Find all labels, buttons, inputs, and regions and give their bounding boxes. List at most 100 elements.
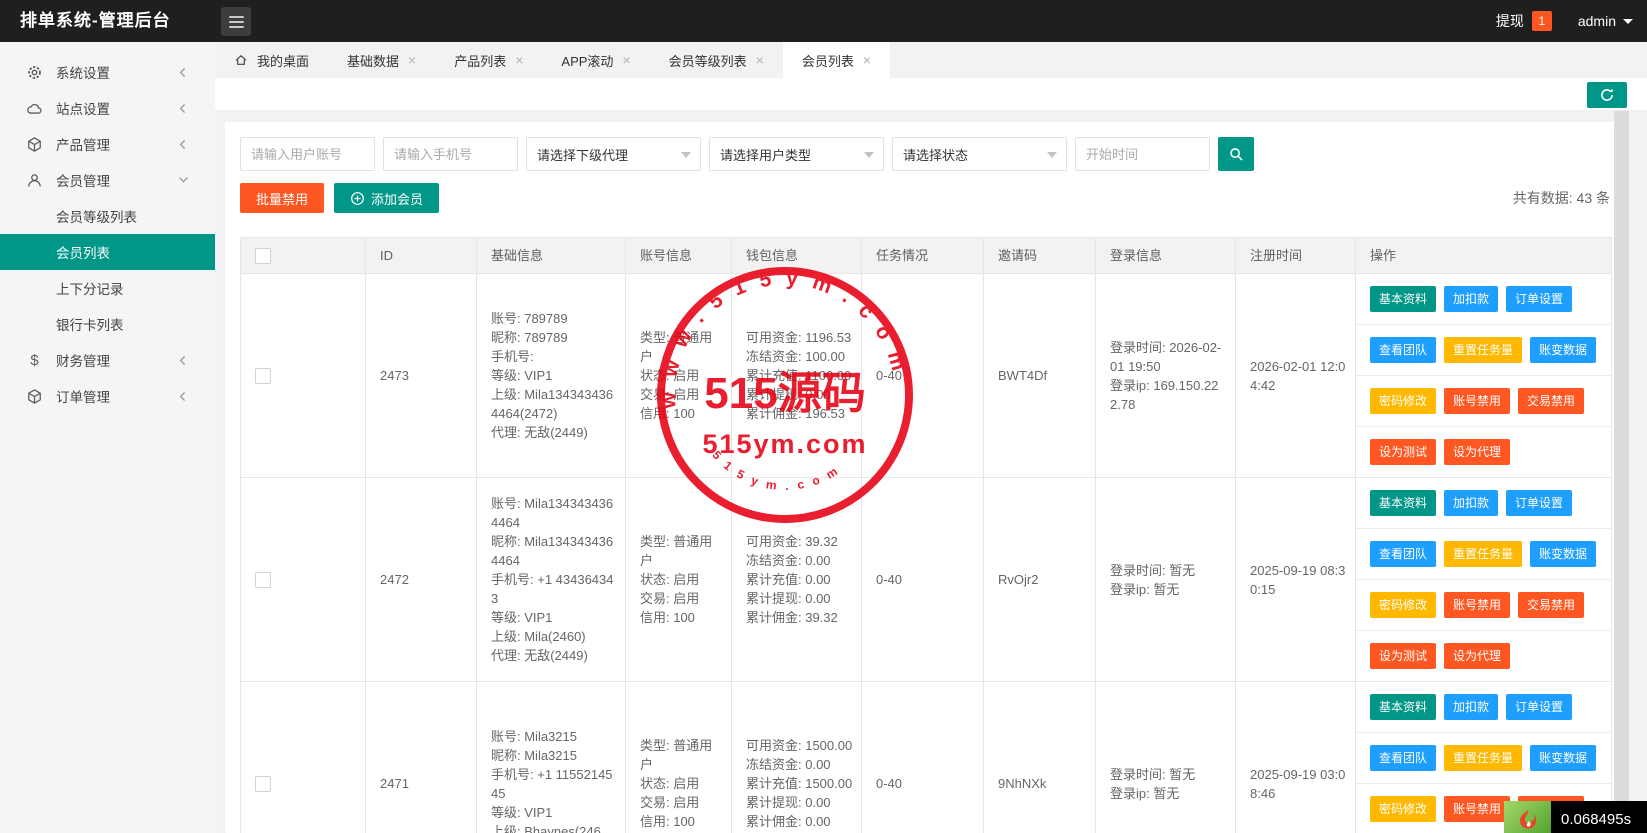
sidebar-item-bankcard-list[interactable]: 银行卡列表 — [0, 306, 215, 342]
hamburger-button[interactable] — [221, 7, 251, 36]
invite-code-value: 9NhNXk — [998, 774, 1087, 793]
tab-member-level-list[interactable]: 会员等级列表 × — [650, 42, 783, 78]
tab-product-list[interactable]: 产品列表× — [435, 42, 542, 78]
tab-member-list[interactable]: 会员列表× — [783, 42, 890, 78]
row-checkbox[interactable] — [255, 368, 271, 384]
scrollbar[interactable] — [1614, 111, 1629, 833]
status-select[interactable]: 请选择状态 — [892, 137, 1067, 171]
page: 排单系统-管理后台 提现 1 admin 系统设置站点设置产品管理会员管理会员等… — [0, 0, 1647, 833]
action-disable-trade-button[interactable]: 交易禁用 — [1518, 388, 1584, 414]
start-time-input[interactable] — [1075, 137, 1210, 171]
action-account-changes-button[interactable]: 账变数据 — [1530, 745, 1596, 771]
info-line: 等级: VIP1 — [491, 608, 617, 627]
action-add-deduct-button[interactable]: 加扣款 — [1444, 286, 1498, 312]
action-add-deduct-button[interactable]: 加扣款 — [1444, 694, 1498, 720]
info-line: 信用: 100 — [640, 404, 723, 423]
sidebar-item-member-management[interactable]: 会员管理 — [0, 162, 215, 198]
action-view-team-button[interactable]: 查看团队 — [1370, 337, 1436, 363]
row-checkbox[interactable] — [255, 776, 271, 792]
close-icon[interactable]: × — [863, 53, 871, 67]
action-reset-tasks-button[interactable]: 重置任务量 — [1444, 337, 1522, 363]
table-row: 2471账号: Mila3215昵称: Mila3215手机号: +1 1155… — [241, 682, 1611, 833]
trace-time: 0.068495s — [1551, 801, 1647, 833]
cell-register-time: 2026-02-01 12:04:42 — [1236, 274, 1356, 477]
action-sub-row: 查看团队重置任务量账变数据 — [1356, 325, 1611, 376]
action-reset-tasks-button[interactable]: 重置任务量 — [1444, 541, 1522, 567]
action-change-password-button[interactable]: 密码修改 — [1370, 592, 1436, 618]
user-type-select[interactable]: 请选择用户类型 — [709, 137, 884, 171]
close-icon[interactable]: × — [515, 53, 523, 67]
cell-actions: 基本资料加扣款订单设置查看团队重置任务量账变数据密码修改账号禁用交易禁用设为测试… — [1356, 274, 1611, 477]
action-order-settings-button[interactable]: 订单设置 — [1506, 286, 1572, 312]
select-all-checkbox[interactable] — [255, 248, 271, 264]
info-line: 状态: 启用 — [640, 366, 723, 385]
trace-flame-icon[interactable] — [1504, 801, 1551, 833]
action-set-test-button[interactable]: 设为测试 — [1370, 439, 1436, 465]
user-account-input[interactable] — [240, 137, 375, 171]
action-view-team-button[interactable]: 查看团队 — [1370, 745, 1436, 771]
sidebar-item-site-settings[interactable]: 站点设置 — [0, 90, 215, 126]
action-change-password-button[interactable]: 密码修改 — [1370, 388, 1436, 414]
info-line: 可用资金: 1500.00 — [746, 736, 853, 755]
info-line: 交易: 启用 — [640, 793, 723, 812]
sidebar-item-label: 会员等级列表 — [56, 206, 137, 226]
close-icon[interactable]: × — [408, 53, 416, 67]
sidebar-item-finance-management[interactable]: $财务管理 — [0, 342, 215, 378]
action-disable-account-button[interactable]: 账号禁用 — [1444, 592, 1510, 618]
action-order-settings-button[interactable]: 订单设置 — [1506, 490, 1572, 516]
tab-basic-data[interactable]: 基础数据× — [328, 42, 435, 78]
chevron-down-icon — [681, 152, 691, 158]
sidebar-item-product-management[interactable]: 产品管理 — [0, 126, 215, 162]
action-account-changes-button[interactable]: 账变数据 — [1530, 541, 1596, 567]
sidebar-item-updown-records[interactable]: 上下分记录 — [0, 270, 215, 306]
cell-invite-code: RvOjr2 — [984, 478, 1096, 681]
close-icon[interactable]: × — [756, 53, 764, 67]
action-basic-info-button[interactable]: 基本资料 — [1370, 490, 1436, 516]
withdraw-link[interactable]: 提现 1 — [1496, 11, 1552, 31]
tab-my-desktop[interactable]: 我的桌面 — [215, 42, 328, 78]
close-icon[interactable]: × — [622, 53, 630, 67]
action-disable-account-button[interactable]: 账号禁用 — [1444, 796, 1510, 822]
search-button[interactable] — [1218, 137, 1254, 171]
action-set-test-button[interactable]: 设为测试 — [1370, 643, 1436, 669]
info-line: 信用: 100 — [640, 608, 723, 627]
action-basic-info-button[interactable]: 基本资料 — [1370, 286, 1436, 312]
action-view-team-button[interactable]: 查看团队 — [1370, 541, 1436, 567]
action-account-changes-button[interactable]: 账变数据 — [1530, 337, 1596, 363]
sidebar-item-label: 银行卡列表 — [56, 314, 124, 334]
user-menu[interactable]: admin — [1578, 13, 1633, 29]
sidebar-item-member-list[interactable]: 会员列表 — [0, 234, 215, 270]
cell-id: 2472 — [366, 478, 477, 681]
info-line: 登录ip: 暂无 — [1110, 580, 1227, 599]
tab-label: 会员等级列表 — [669, 51, 747, 70]
action-reset-tasks-button[interactable]: 重置任务量 — [1444, 745, 1522, 771]
refresh-button[interactable] — [1587, 82, 1627, 108]
action-change-password-button[interactable]: 密码修改 — [1370, 796, 1436, 822]
sidebar-item-order-management[interactable]: 订单管理 — [0, 378, 215, 414]
phone-input[interactable] — [383, 137, 518, 171]
info-line: 冻结资金: 100.00 — [746, 347, 853, 366]
action-add-deduct-button[interactable]: 加扣款 — [1444, 490, 1498, 516]
info-line: 上级: Bhaynes(246 — [491, 822, 617, 833]
sidebar-item-member-level-list[interactable]: 会员等级列表 — [0, 198, 215, 234]
sub-agent-select[interactable]: 请选择下级代理 — [526, 137, 701, 171]
sidebar-item-system-settings[interactable]: 系统设置 — [0, 54, 215, 90]
cell-actions: 基本资料加扣款订单设置查看团队重置任务量账变数据密码修改账号禁用交易禁用设为测试… — [1356, 478, 1611, 681]
info-line: 账号: Mila1343434364464 — [491, 494, 617, 532]
content-area: 请选择下级代理请选择用户类型请选择状态 批量禁用 添加会员 共有数据: 43 条… — [215, 111, 1647, 833]
id-value: 2471 — [380, 774, 468, 793]
trace-bar: 0.068495s — [1504, 801, 1647, 833]
batch-disable-button[interactable]: 批量禁用 — [240, 183, 324, 213]
action-set-agent-button[interactable]: 设为代理 — [1444, 439, 1510, 465]
sidebar-item-label: 产品管理 — [56, 134, 110, 154]
tab-app-scroll[interactable]: APP滚动× — [542, 42, 649, 78]
action-set-agent-button[interactable]: 设为代理 — [1444, 643, 1510, 669]
action-disable-trade-button[interactable]: 交易禁用 — [1518, 592, 1584, 618]
action-disable-account-button[interactable]: 账号禁用 — [1444, 388, 1510, 414]
add-member-button[interactable]: 添加会员 — [334, 183, 439, 213]
task-value: 0-40 — [876, 366, 975, 385]
action-order-settings-button[interactable]: 订单设置 — [1506, 694, 1572, 720]
info-line: 登录时间: 2026-02-01 19:50 — [1110, 338, 1227, 376]
row-checkbox[interactable] — [255, 572, 271, 588]
action-basic-info-button[interactable]: 基本资料 — [1370, 694, 1436, 720]
